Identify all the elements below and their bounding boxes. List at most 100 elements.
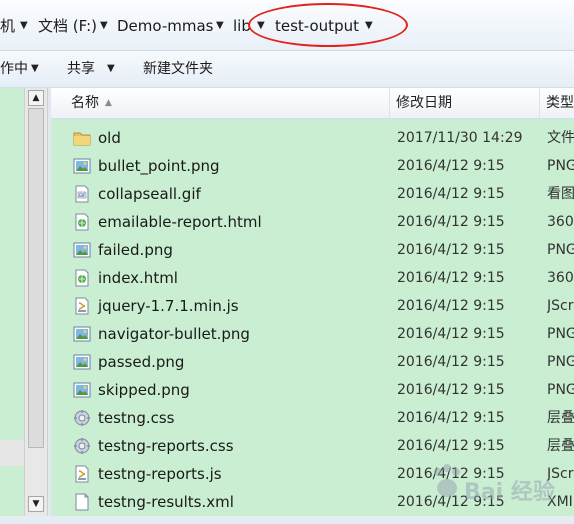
file-modified-date: 2016/4/12 9:15 — [397, 438, 505, 454]
file-name: passed.png — [98, 353, 185, 371]
chevron-down-icon[interactable]: ▼ — [100, 15, 108, 37]
highlight-annotation-ellipse — [248, 3, 408, 47]
png-image-icon — [73, 325, 91, 343]
file-name: failed.png — [98, 241, 173, 259]
svg-text:GIF: GIF — [79, 193, 86, 198]
html-file-icon — [73, 269, 91, 287]
file-name: testng-reports.css — [98, 437, 234, 455]
scroll-up-icon[interactable]: ▲ — [28, 90, 44, 106]
file-modified-date: 2016/4/12 9:15 — [397, 326, 505, 342]
organize-button[interactable]: 作中 — [0, 59, 28, 79]
column-header-type[interactable]: 类型 — [540, 88, 574, 118]
file-name: collapseall.gif — [98, 185, 201, 203]
file-row[interactable]: testng-reports.js 2016/4/12 9:15 JScr — [51, 460, 574, 488]
file-modified-date: 2016/4/12 9:15 — [397, 158, 505, 174]
file-row[interactable]: jquery-1.7.1.min.js 2016/4/12 9:15 JScr — [51, 292, 574, 320]
file-modified-date: 2016/4/12 9:15 — [397, 354, 505, 370]
file-type: PNG — [547, 242, 574, 258]
file-type: JScr — [547, 298, 574, 314]
file-row[interactable]: navigator-bullet.png 2016/4/12 9:15 PNG — [51, 320, 574, 348]
file-modified-date: 2016/4/12 9:15 — [397, 410, 505, 426]
scrollbar-thumb[interactable] — [28, 108, 44, 448]
file-name: skipped.png — [98, 381, 190, 399]
file-type: XMI — [547, 494, 573, 510]
file-row[interactable]: GIF collapseall.gif 2016/4/12 9:15 看图 — [51, 180, 574, 208]
css-file-icon — [73, 409, 91, 427]
png-image-icon — [73, 353, 91, 371]
js-script-icon — [73, 297, 91, 315]
folder-icon — [73, 129, 91, 147]
file-row[interactable]: failed.png 2016/4/12 9:15 PNG — [51, 236, 574, 264]
file-type: PNG — [547, 354, 574, 370]
address-bar: 机 ▼ 文档 (F:) ▼ Demo-mmas ▼ lib ▼ test-out… — [0, 0, 574, 51]
file-type: PNG — [547, 326, 574, 342]
file-modified-date: 2016/4/12 9:15 — [397, 242, 505, 258]
breadcrumb-drive-f[interactable]: 文档 (F:) — [38, 15, 97, 37]
status-strip — [0, 516, 574, 524]
column-header-date[interactable]: 修改日期 — [390, 88, 540, 118]
file-name: navigator-bullet.png — [98, 325, 250, 343]
file-type: 层叠 — [547, 410, 574, 426]
js-script-icon — [73, 465, 91, 483]
chevron-down-icon[interactable]: ▼ — [107, 59, 115, 79]
column-header-row: 名称 ▲ 修改日期 类型 — [51, 88, 574, 119]
png-image-icon — [73, 157, 91, 175]
html-file-icon — [73, 213, 91, 231]
css-file-icon — [73, 437, 91, 455]
file-name: testng.css — [98, 409, 175, 427]
file-type: PNG — [547, 158, 574, 174]
chevron-down-icon[interactable]: ▼ — [31, 59, 39, 79]
file-modified-date: 2017/11/30 14:29 — [397, 130, 523, 146]
toolbar: 作中 ▼ 共享 ▼ 新建文件夹 — [0, 51, 574, 88]
file-type: 文件 — [547, 130, 574, 146]
file-modified-date: 2016/4/12 9:15 — [397, 186, 505, 202]
breadcrumb-computer[interactable]: 机 — [0, 15, 15, 37]
file-type: 360 — [547, 270, 574, 286]
file-modified-date: 2016/4/12 9:15 — [397, 298, 505, 314]
file-name: jquery-1.7.1.min.js — [98, 297, 239, 315]
column-header-type-label: 类型 — [546, 95, 574, 111]
navigation-selected-item[interactable] — [0, 440, 24, 466]
navigation-pane[interactable] — [0, 88, 24, 524]
file-row[interactable]: bullet_point.png 2016/4/12 9:15 PNG — [51, 152, 574, 180]
file-name: old — [98, 129, 121, 147]
png-image-icon — [73, 241, 91, 259]
chevron-down-icon[interactable]: ▼ — [216, 15, 224, 37]
file-type: 看图 — [547, 186, 574, 202]
file-row[interactable]: testng-results.xml 2016/4/12 9:15 XMI — [51, 488, 574, 516]
file-modified-date: 2016/4/12 9:15 — [397, 494, 505, 510]
file-name: index.html — [98, 269, 178, 287]
file-type: 360 — [547, 214, 574, 230]
file-row[interactable]: testng-reports.css 2016/4/12 9:15 层叠 — [51, 432, 574, 460]
file-row[interactable]: emailable-report.html 2016/4/12 9:15 360 — [51, 208, 574, 236]
file-type: 层叠 — [547, 438, 574, 454]
share-button[interactable]: 共享 — [67, 59, 95, 79]
file-row[interactable]: index.html 2016/4/12 9:15 360 — [51, 264, 574, 292]
column-header-date-label: 修改日期 — [396, 95, 452, 111]
new-folder-button[interactable]: 新建文件夹 — [143, 59, 213, 79]
file-modified-date: 2016/4/12 9:15 — [397, 382, 505, 398]
file-type: PNG — [547, 382, 574, 398]
file-row[interactable]: old 2017/11/30 14:29 文件 — [51, 124, 574, 152]
png-image-icon — [73, 381, 91, 399]
file-name: testng-results.xml — [98, 493, 234, 511]
file-modified-date: 2016/4/12 9:15 — [397, 466, 505, 482]
chevron-down-icon[interactable]: ▼ — [20, 15, 28, 37]
file-name: bullet_point.png — [98, 157, 220, 175]
file-row[interactable]: testng.css 2016/4/12 9:15 层叠 — [51, 404, 574, 432]
file-row[interactable]: passed.png 2016/4/12 9:15 PNG — [51, 348, 574, 376]
file-modified-date: 2016/4/12 9:15 — [397, 214, 505, 230]
file-list: 名称 ▲ 修改日期 类型 old 2017/11/30 14:29 文件 bullet_… — [51, 88, 574, 518]
column-header-name[interactable]: 名称 ▲ — [51, 88, 390, 118]
column-header-name-label: 名称 — [71, 95, 99, 111]
file-modified-date: 2016/4/12 9:15 — [397, 270, 505, 286]
xml-file-icon — [73, 493, 91, 511]
sort-ascending-icon: ▲ — [105, 98, 112, 108]
file-row[interactable]: skipped.png 2016/4/12 9:15 PNG — [51, 376, 574, 404]
file-name: testng-reports.js — [98, 465, 222, 483]
gif-image-icon: GIF — [73, 185, 91, 203]
navigation-scrollbar[interactable]: ▲ ▼ — [24, 88, 48, 516]
breadcrumb-demo-mmas[interactable]: Demo-mmas — [117, 15, 214, 37]
file-name: emailable-report.html — [98, 213, 262, 231]
scroll-down-icon[interactable]: ▼ — [28, 496, 44, 512]
